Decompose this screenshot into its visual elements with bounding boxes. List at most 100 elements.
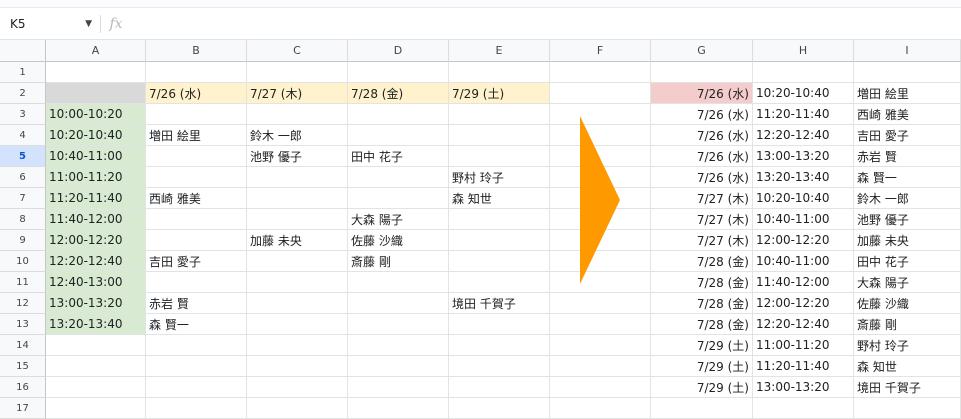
row-header-10[interactable]: 10 xyxy=(0,251,46,272)
result-date-cell[interactable]: 7/29 (土) xyxy=(651,335,753,356)
right-arrow-shape[interactable] xyxy=(580,116,622,284)
cell-d1[interactable] xyxy=(348,62,449,83)
result-time-cell[interactable]: 12:00-12:20 xyxy=(753,293,854,314)
result-date-cell[interactable]: 7/26 (水) xyxy=(651,125,753,146)
result-time-cell[interactable]: 10:20-10:40 xyxy=(753,83,854,104)
schedule-name-cell[interactable]: 加藤 未央 xyxy=(247,230,348,251)
result-date-cell[interactable]: 7/28 (金) xyxy=(651,293,753,314)
result-date-cell[interactable]: 7/27 (木) xyxy=(651,209,753,230)
result-time-cell[interactable]: 13:00-13:20 xyxy=(753,146,854,167)
result-name-cell[interactable]: 鈴木 一郎 xyxy=(854,188,961,209)
row-header-3[interactable]: 3 xyxy=(0,104,46,125)
cell-c3[interactable] xyxy=(247,104,348,125)
result-date-cell[interactable]: 7/27 (木) xyxy=(651,230,753,251)
result-time-cell[interactable]: 10:40-11:00 xyxy=(753,209,854,230)
result-time-cell[interactable]: 12:00-12:20 xyxy=(753,230,854,251)
result-date-cell[interactable]: 7/28 (金) xyxy=(651,272,753,293)
cell-e11[interactable] xyxy=(449,272,550,293)
row-header-4[interactable]: 4 xyxy=(0,125,46,146)
cell-d11[interactable] xyxy=(348,272,449,293)
column-header-g[interactable]: G xyxy=(651,40,753,62)
schedule-name-cell[interactable]: 境田 千賀子 xyxy=(449,293,550,314)
time-slot[interactable]: 12:40-13:00 xyxy=(46,272,146,293)
row-header-2[interactable]: 2 xyxy=(0,83,46,104)
cell-f16[interactable] xyxy=(550,377,651,398)
cell-b6[interactable] xyxy=(146,167,247,188)
row-header-9[interactable]: 9 xyxy=(0,230,46,251)
cell-d13[interactable] xyxy=(348,314,449,335)
schedule-name-cell[interactable]: 森 賢一 xyxy=(146,314,247,335)
result-time-cell[interactable]: 11:00-11:20 xyxy=(753,335,854,356)
time-slot[interactable]: 11:20-11:40 xyxy=(46,188,146,209)
date-header-4[interactable]: 7/29 (土) xyxy=(449,83,550,104)
result-date-cell[interactable]: 7/28 (金) xyxy=(651,251,753,272)
column-header-b[interactable]: B xyxy=(146,40,247,62)
result-time-cell[interactable]: 10:40-11:00 xyxy=(753,251,854,272)
time-slot[interactable]: 11:00-11:20 xyxy=(46,167,146,188)
cell-c16[interactable] xyxy=(247,377,348,398)
cell-d16[interactable] xyxy=(348,377,449,398)
schedule-name-cell[interactable]: 野村 玲子 xyxy=(449,167,550,188)
result-time-cell[interactable]: 13:00-13:20 xyxy=(753,377,854,398)
cell-d6[interactable] xyxy=(348,167,449,188)
cell-b11[interactable] xyxy=(146,272,247,293)
dropdown-caret-icon[interactable]: ▼ xyxy=(85,19,92,29)
result-time-cell[interactable]: 11:40-12:00 xyxy=(753,272,854,293)
result-name-cell[interactable]: 吉田 愛子 xyxy=(854,125,961,146)
result-time-cell[interactable]: 11:20-11:40 xyxy=(753,104,854,125)
column-header-f[interactable]: F xyxy=(550,40,651,62)
row-header-8[interactable]: 8 xyxy=(0,209,46,230)
result-name-cell[interactable]: 境田 千賀子 xyxy=(854,377,961,398)
row-header-11[interactable]: 11 xyxy=(0,272,46,293)
result-name-cell[interactable]: 田中 花子 xyxy=(854,251,961,272)
result-time-cell[interactable]: 10:20-10:40 xyxy=(753,188,854,209)
cell-a1[interactable] xyxy=(46,62,146,83)
schedule-name-cell[interactable]: 田中 花子 xyxy=(348,146,449,167)
result-time-cell[interactable]: 12:20-12:40 xyxy=(753,314,854,335)
select-all-corner[interactable] xyxy=(0,40,46,62)
cell-b5[interactable] xyxy=(146,146,247,167)
schedule-name-cell[interactable]: 赤岩 賢 xyxy=(146,293,247,314)
cell-c11[interactable] xyxy=(247,272,348,293)
schedule-name-cell[interactable]: 大森 陽子 xyxy=(348,209,449,230)
cell-a15[interactable] xyxy=(46,356,146,377)
cell-e5[interactable] xyxy=(449,146,550,167)
cell-c14[interactable] xyxy=(247,335,348,356)
cell-f17[interactable] xyxy=(550,398,651,419)
schedule-name-cell[interactable]: 増田 絵里 xyxy=(146,125,247,146)
row-header-5[interactable]: 5 xyxy=(0,146,46,167)
result-date-cell[interactable]: 7/26 (水) xyxy=(651,83,753,104)
cell-g1[interactable] xyxy=(651,62,753,83)
result-date-cell[interactable]: 7/28 (金) xyxy=(651,314,753,335)
cell-c7[interactable] xyxy=(247,188,348,209)
cell-b15[interactable] xyxy=(146,356,247,377)
cell-b9[interactable] xyxy=(146,230,247,251)
cell-b17[interactable] xyxy=(146,398,247,419)
time-slot[interactable]: 12:00-12:20 xyxy=(46,230,146,251)
column-header-c[interactable]: C xyxy=(247,40,348,62)
cell-d4[interactable] xyxy=(348,125,449,146)
row-header-15[interactable]: 15 xyxy=(0,356,46,377)
row-header-12[interactable]: 12 xyxy=(0,293,46,314)
cell-d14[interactable] xyxy=(348,335,449,356)
schedule-name-cell[interactable]: 池野 優子 xyxy=(247,146,348,167)
result-time-cell[interactable]: 11:20-11:40 xyxy=(753,356,854,377)
cell-a16[interactable] xyxy=(46,377,146,398)
result-date-cell[interactable]: 7/29 (土) xyxy=(651,356,753,377)
cell-b14[interactable] xyxy=(146,335,247,356)
cell-c12[interactable] xyxy=(247,293,348,314)
result-name-cell[interactable]: 加藤 未央 xyxy=(854,230,961,251)
cell-b8[interactable] xyxy=(146,209,247,230)
cell-f12[interactable] xyxy=(550,293,651,314)
left-table-corner[interactable] xyxy=(46,83,146,104)
cell-e3[interactable] xyxy=(449,104,550,125)
cell-e13[interactable] xyxy=(449,314,550,335)
column-header-i[interactable]: I xyxy=(854,40,961,62)
date-header-2[interactable]: 7/27 (木) xyxy=(247,83,348,104)
cell-d3[interactable] xyxy=(348,104,449,125)
cell-c15[interactable] xyxy=(247,356,348,377)
result-name-cell[interactable]: 斎藤 剛 xyxy=(854,314,961,335)
row-header-6[interactable]: 6 xyxy=(0,167,46,188)
result-name-cell[interactable]: 赤岩 賢 xyxy=(854,146,961,167)
cell-f13[interactable] xyxy=(550,314,651,335)
